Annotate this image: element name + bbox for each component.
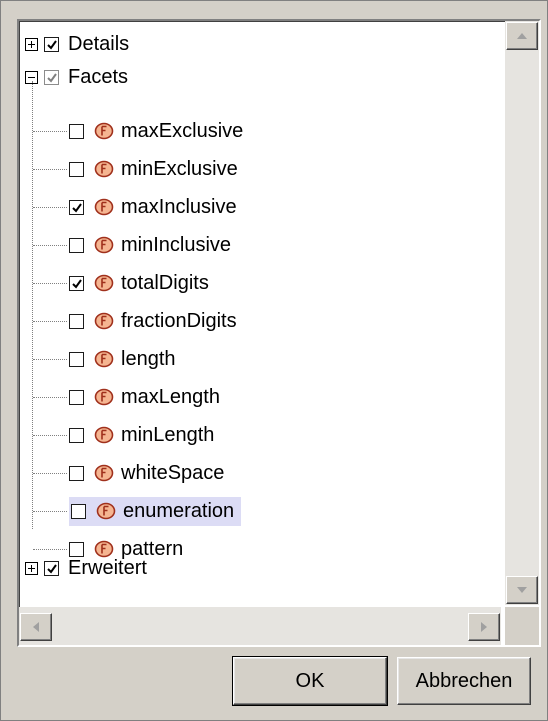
facet-label: enumeration bbox=[123, 499, 235, 522]
facets-checkbox[interactable] bbox=[44, 69, 59, 85]
facet-icon bbox=[94, 426, 114, 444]
facet-item-fractiondigits[interactable]: fractionDigits bbox=[69, 306, 240, 336]
tree-node-erweitert[interactable]: Erweitert bbox=[25, 553, 150, 583]
tree-node-details[interactable]: Details bbox=[25, 29, 132, 59]
tree-connector bbox=[33, 283, 67, 285]
tree-view[interactable]: Details Facets maxExclusive minExclusive m… bbox=[17, 19, 541, 647]
facet-checkbox[interactable] bbox=[69, 123, 84, 139]
facet-label: length bbox=[121, 347, 176, 370]
facet-icon bbox=[94, 464, 114, 482]
facet-item-content: maxLength bbox=[69, 385, 223, 410]
tree-connector bbox=[33, 549, 67, 551]
facet-item-content: minInclusive bbox=[69, 233, 234, 258]
facet-item-maxlength[interactable]: maxLength bbox=[69, 382, 223, 412]
facet-item-content: length bbox=[69, 347, 179, 372]
facet-label: totalDigits bbox=[121, 271, 209, 294]
erweitert-checkbox[interactable] bbox=[44, 560, 59, 576]
facet-item-content: minLength bbox=[69, 423, 217, 448]
facet-icon bbox=[96, 502, 116, 520]
facet-label: minExclusive bbox=[121, 157, 238, 180]
arrow-up-icon bbox=[517, 33, 527, 39]
facets-dialog: Details Facets maxExclusive minExclusive m… bbox=[0, 0, 548, 721]
facet-checkbox[interactable] bbox=[69, 161, 84, 177]
facet-label: maxLength bbox=[121, 385, 220, 408]
facet-icon bbox=[94, 388, 114, 406]
vertical-scrollbar[interactable] bbox=[505, 21, 539, 605]
tree-guide-line bbox=[32, 81, 34, 529]
facets-label: Facets bbox=[68, 65, 129, 88]
arrow-right-icon bbox=[481, 622, 487, 632]
tree-connector bbox=[33, 359, 67, 361]
facet-checkbox[interactable] bbox=[69, 465, 84, 481]
facet-checkbox[interactable] bbox=[69, 313, 84, 329]
scrollbar-corner bbox=[505, 607, 539, 645]
facet-checkbox[interactable] bbox=[69, 275, 84, 291]
facet-item-enumeration[interactable]: enumeration bbox=[69, 496, 242, 526]
facet-label: minInclusive bbox=[121, 233, 232, 256]
expand-plus-icon[interactable] bbox=[25, 37, 38, 51]
facet-item-content: totalDigits bbox=[69, 271, 212, 296]
facet-icon bbox=[94, 274, 114, 292]
facet-item-content: whiteSpace bbox=[69, 461, 227, 486]
facet-label: minLength bbox=[121, 423, 215, 446]
expand-plus-icon[interactable] bbox=[25, 561, 38, 575]
horizontal-scrollbar[interactable] bbox=[19, 607, 501, 645]
ok-button[interactable]: OK bbox=[232, 656, 388, 706]
tree-connector bbox=[33, 245, 67, 247]
facet-item-content: enumeration bbox=[69, 496, 242, 526]
facet-item-content: fractionDigits bbox=[69, 309, 240, 334]
facet-icon bbox=[94, 198, 114, 216]
facet-icon bbox=[94, 160, 114, 178]
facet-item-content: maxInclusive bbox=[69, 195, 240, 220]
facet-checkbox[interactable] bbox=[69, 351, 84, 367]
facet-item-minlength[interactable]: minLength bbox=[69, 420, 217, 450]
details-checkbox[interactable] bbox=[44, 36, 59, 52]
facet-checkbox[interactable] bbox=[69, 427, 84, 443]
facet-icon bbox=[94, 350, 114, 368]
facet-icon bbox=[94, 312, 114, 330]
tree-connector bbox=[33, 321, 67, 323]
tree-connector bbox=[33, 397, 67, 399]
facet-item-minexclusive[interactable]: minExclusive bbox=[69, 154, 241, 184]
facet-icon bbox=[94, 122, 114, 140]
facet-item-mininclusive[interactable]: minInclusive bbox=[69, 230, 234, 260]
tree-connector bbox=[33, 131, 67, 133]
cancel-button[interactable]: Abbrechen bbox=[397, 657, 531, 705]
tree-connector bbox=[33, 473, 67, 475]
scroll-right-button[interactable] bbox=[468, 613, 500, 641]
facet-label: fractionDigits bbox=[121, 309, 237, 332]
erweitert-label: Erweitert bbox=[68, 556, 147, 579]
tree-connector bbox=[33, 169, 67, 171]
tree-connector bbox=[33, 511, 67, 513]
tree-connector bbox=[33, 207, 67, 209]
arrow-down-icon bbox=[517, 587, 527, 593]
facet-label: maxExclusive bbox=[121, 119, 244, 142]
tree-node-facets[interactable]: Facets bbox=[25, 62, 131, 92]
facet-checkbox[interactable] bbox=[69, 199, 84, 215]
tree-connector bbox=[33, 435, 67, 437]
facet-checkbox[interactable] bbox=[69, 237, 84, 253]
facet-label: maxInclusive bbox=[121, 195, 237, 218]
details-label: Details bbox=[68, 32, 130, 55]
facet-item-content: maxExclusive bbox=[69, 119, 246, 144]
arrow-left-icon bbox=[33, 622, 39, 632]
facet-item-whitespace[interactable]: whiteSpace bbox=[69, 458, 227, 488]
facet-item-maxexclusive[interactable]: maxExclusive bbox=[69, 116, 246, 146]
facet-label: whiteSpace bbox=[121, 461, 225, 484]
scroll-down-button[interactable] bbox=[506, 576, 538, 604]
scroll-up-button[interactable] bbox=[506, 22, 538, 50]
facet-item-content: minExclusive bbox=[69, 157, 241, 182]
tree-content: Details Facets maxExclusive minExclusive m… bbox=[19, 21, 501, 605]
facet-icon bbox=[94, 236, 114, 254]
scroll-left-button[interactable] bbox=[20, 613, 52, 641]
facet-checkbox[interactable] bbox=[69, 389, 84, 405]
facet-item-maxinclusive[interactable]: maxInclusive bbox=[69, 192, 240, 222]
facet-checkbox[interactable] bbox=[71, 503, 86, 519]
facet-item-length[interactable]: length bbox=[69, 344, 179, 374]
facet-item-totaldigits[interactable]: totalDigits bbox=[69, 268, 212, 298]
